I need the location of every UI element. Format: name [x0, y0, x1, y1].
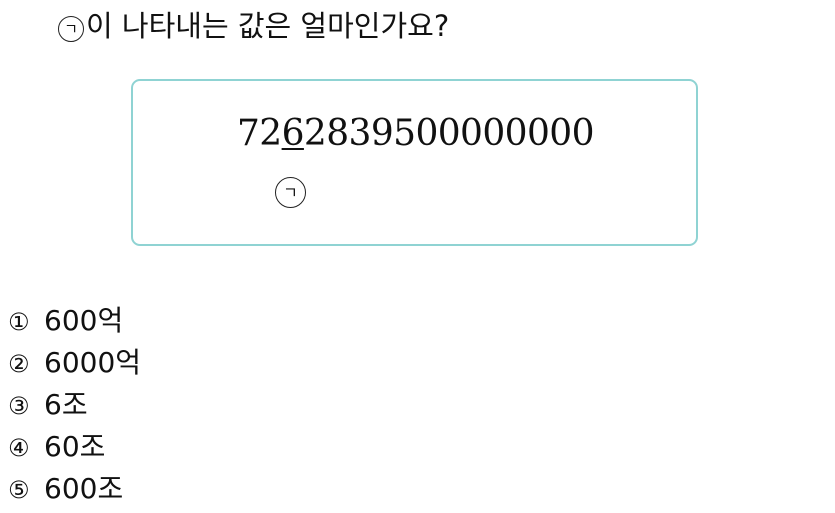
choice-option-1[interactable]: ① 600억 — [8, 300, 141, 342]
choice-option-3[interactable]: ③ 6조 — [8, 384, 141, 426]
choice-label: 6000억 — [44, 346, 142, 379]
choice-number: ② — [8, 350, 30, 378]
number-prefix: 72 — [237, 113, 282, 154]
choice-number: ⑤ — [8, 476, 30, 504]
choice-option-4[interactable]: ④ 60조 — [8, 426, 141, 468]
choice-label: 6조 — [44, 388, 88, 421]
choice-label: 600억 — [44, 304, 124, 337]
choice-number: ① — [8, 308, 30, 336]
question-title: ㄱ이 나타내는 값은 얼마인가요? — [58, 6, 449, 46]
question-text: 이 나타내는 값은 얼마인가요? — [86, 9, 450, 43]
choice-number: ④ — [8, 434, 30, 462]
large-number: 7262839500000000 — [237, 112, 594, 156]
underlined-target-digit: 6 — [281, 113, 305, 154]
choice-label: 60조 — [44, 430, 106, 463]
choice-option-2[interactable]: ② 6000억 — [8, 342, 141, 384]
circled-giyeok-digit-label: ㄱ — [275, 177, 306, 208]
choice-option-5[interactable]: ⑤ 600조 — [8, 468, 141, 510]
circled-giyeok-marker: ㄱ — [58, 16, 84, 42]
choice-number: ③ — [8, 392, 30, 420]
number-suffix: 2839500000000 — [303, 113, 595, 154]
answer-choices: ① 600억 ② 6000억 ③ 6조 ④ 60조 ⑤ 600조 — [8, 300, 141, 510]
number-figure-box: 7262839500000000 ㄱ — [131, 79, 698, 246]
choice-label: 600조 — [44, 472, 124, 505]
